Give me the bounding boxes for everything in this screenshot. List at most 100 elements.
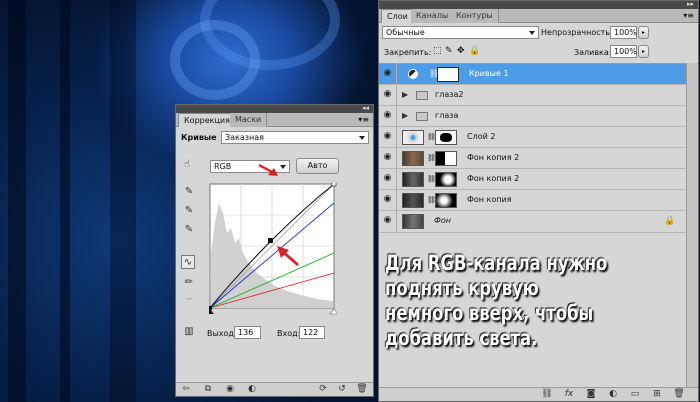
layer-row[interactable]: ◉ ▶ глаза2: [379, 85, 686, 106]
white-eyedropper-icon[interactable]: ✎: [182, 223, 196, 237]
black-eyedropper-icon[interactable]: ✎: [182, 185, 196, 199]
chevron-down-icon: [280, 165, 286, 169]
output-label: Выход:: [207, 329, 237, 338]
red-arrow-annotation: [258, 163, 278, 176]
tab-bar: Слои Каналы Контуры ▾≡: [379, 9, 698, 23]
panel-titlebar[interactable]: ▸▸: [379, 0, 698, 9]
histogram-icon[interactable]: ▥: [182, 325, 196, 339]
new-layer-icon[interactable]: ⊞: [651, 389, 663, 400]
input-input[interactable]: 122: [299, 326, 325, 339]
view-previous-icon[interactable]: ◐: [246, 384, 258, 395]
tab-paths[interactable]: Контуры: [451, 9, 499, 23]
panel-titlebar[interactable]: ◂◂: [176, 104, 373, 113]
panel-menu-icon[interactable]: ▾≡: [358, 115, 369, 124]
layers-bottom-toolbar: ⛓ fx ◙ ◐ ▭ ⊞ 🗑: [379, 387, 698, 401]
preset-select[interactable]: Заказная: [221, 131, 369, 144]
curves-graph[interactable]: [209, 183, 337, 315]
layer-name[interactable]: глаза2: [435, 90, 463, 99]
fill-slider-button[interactable]: ▸: [638, 45, 649, 58]
tab-corrections[interactable]: Коррекция: [178, 113, 236, 127]
adjustment-layer-icon[interactable]: ◐: [607, 389, 619, 400]
lock-icon: 🔒: [664, 216, 676, 226]
tab-channels[interactable]: Каналы: [411, 9, 455, 23]
layer-name[interactable]: Фон копия 2: [467, 174, 519, 183]
eye-icon[interactable]: ◉: [382, 69, 393, 78]
tree-trunk: [110, 0, 136, 402]
black-point-handle[interactable]: [209, 306, 212, 310]
tab-bar: Коррекция Маски ▾≡: [176, 113, 373, 127]
layer-name[interactable]: Фон: [434, 216, 451, 225]
tutorial-caption: Для RGB-канала нужно поднять крувую немн…: [385, 251, 608, 350]
eye-icon[interactable]: ◉: [382, 195, 393, 204]
expand-triangle-icon[interactable]: ▶: [402, 111, 408, 120]
new-group-icon[interactable]: ▭: [629, 389, 641, 400]
white-input-slider[interactable]: [329, 308, 337, 315]
lock-image-icon[interactable]: ✎: [445, 46, 453, 56]
curve-point-tool-icon[interactable]: ∿: [181, 255, 195, 269]
layer-name[interactable]: Слой 2: [467, 132, 495, 141]
layer-row[interactable]: ◉ ⛓ Фон копия 2: [379, 148, 686, 169]
layer-name[interactable]: Фон копия: [467, 195, 512, 204]
gray-eyedropper-icon[interactable]: ✎: [182, 204, 196, 218]
add-mask-icon[interactable]: ◙: [585, 389, 597, 400]
expand-triangle-icon[interactable]: ▶: [402, 90, 408, 99]
layer-name[interactable]: Фон копия 2: [467, 153, 519, 162]
opacity-label: Непрозрачность:: [541, 28, 613, 37]
eye-icon[interactable]: ◉: [382, 132, 393, 141]
eye-icon[interactable]: ◉: [382, 174, 393, 183]
layer-row[interactable]: ◉ Фон 🔒: [379, 211, 686, 233]
lock-position-icon[interactable]: ✥: [457, 46, 465, 56]
layer-mask-thumbnail: [435, 193, 457, 208]
curve-control-point[interactable]: [268, 238, 273, 243]
tree-trunk: [60, 0, 70, 402]
collapse-icon[interactable]: ◂◂: [362, 104, 369, 112]
opacity-slider-button[interactable]: ▸: [638, 26, 649, 39]
panel-menu-icon[interactable]: ▾≡: [683, 11, 694, 20]
chevron-down-icon: [359, 136, 365, 140]
trash-icon[interactable]: 🗑: [356, 384, 368, 395]
smooth-icon[interactable]: ∽: [182, 293, 196, 307]
layer-thumbnail: [402, 130, 424, 145]
lock-label: Закрепить:: [384, 48, 432, 57]
lock-all-icon[interactable]: 🔒: [469, 46, 480, 56]
collapse-icon[interactable]: ▸▸: [687, 0, 694, 8]
clip-to-layer-icon[interactable]: ⧉: [202, 384, 214, 395]
fill-input[interactable]: 100%: [610, 45, 637, 58]
blend-mode-select[interactable]: Обычные: [382, 26, 539, 39]
tab-layers[interactable]: Слои: [381, 9, 414, 23]
layer-row[interactable]: ◉ ⛓ Слой 2: [379, 127, 686, 148]
layer-row[interactable]: ◉ ⛓ Кривые 1: [379, 64, 686, 85]
layer-thumbnail: [402, 172, 424, 187]
layer-style-icon[interactable]: fx: [563, 389, 575, 400]
link-icon[interactable]: ⟳: [317, 384, 329, 395]
fill-label: Заливка:: [574, 48, 612, 57]
eye-icon[interactable]: ◉: [382, 111, 393, 120]
white-point-handle[interactable]: [331, 183, 337, 187]
eye-icon[interactable]: ◉: [382, 90, 393, 99]
back-arrow-icon[interactable]: ⇦: [180, 384, 192, 395]
layer-row[interactable]: ◉ ⛓ Фон копия: [379, 190, 686, 211]
swirl-shape: [170, 20, 260, 100]
eye-icon[interactable]: ◉: [382, 153, 393, 162]
layers-list: ◉ ⛓ Кривые 1 ◉ ▶ глаза2 ◉ ▶ глаза ◉ ⛓ Сл…: [379, 63, 686, 233]
opacity-input[interactable]: 100%: [610, 26, 637, 39]
layer-thumbnail: [402, 193, 424, 208]
layer-name[interactable]: глаза: [435, 111, 458, 120]
layer-name[interactable]: Кривые 1: [469, 69, 509, 78]
hand-adjust-icon[interactable]: ☝: [180, 158, 194, 172]
pencil-tool-icon[interactable]: ✏: [182, 276, 196, 290]
link-layers-icon[interactable]: ⛓: [541, 389, 553, 400]
eye-icon[interactable]: ◉: [224, 384, 236, 395]
output-input[interactable]: 136: [234, 326, 261, 339]
auto-button[interactable]: Авто: [296, 158, 339, 174]
eye-icon[interactable]: ◉: [382, 216, 393, 225]
reset-icon[interactable]: ↺: [336, 384, 348, 395]
trash-icon[interactable]: 🗑: [673, 389, 685, 400]
layer-mask-thumbnail: [435, 172, 457, 187]
layers-scrollbar[interactable]: [686, 63, 698, 388]
lock-transparency-icon[interactable]: ⬚: [433, 46, 442, 56]
layer-row[interactable]: ◉ ▶ глаза: [379, 106, 686, 127]
tab-masks[interactable]: Маски: [230, 113, 268, 127]
folder-icon: [416, 91, 428, 100]
layer-row[interactable]: ◉ ⛓ Фон копия 2: [379, 169, 686, 190]
